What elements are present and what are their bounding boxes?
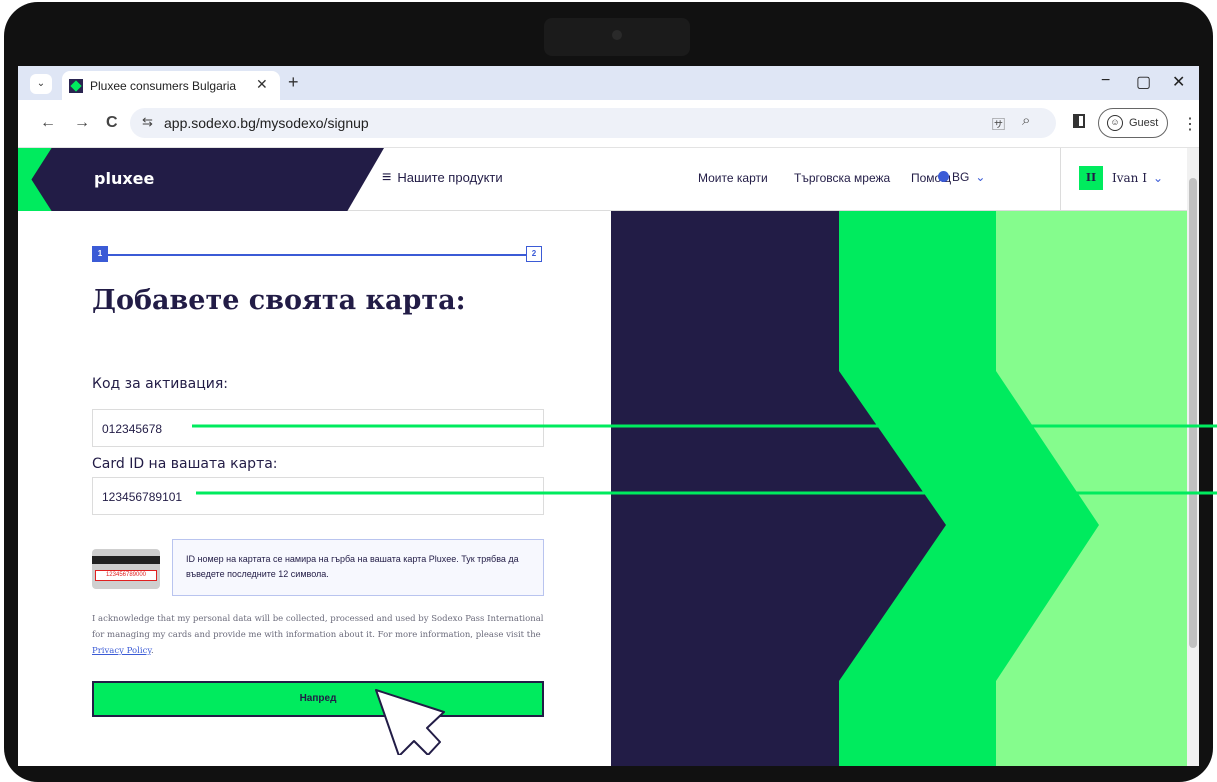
language-selector[interactable]: BG ⌄ (938, 170, 985, 184)
page-title: Добавете своята карта: (92, 285, 466, 316)
card-back-image: 123456789000 (92, 549, 160, 589)
hint-box: ID номер на картата се намира на гърба н… (172, 539, 544, 596)
consent-text: I acknowledge that my personal data will… (92, 611, 544, 659)
activation-code-field[interactable]: 012345678 (92, 409, 544, 447)
privacy-policy-link[interactable]: Privacy Policy (92, 646, 151, 656)
chevron-down-icon: ⌄ (1152, 171, 1164, 185)
web-page: pluxee ≡ Нашите продукти Моите карти Търг… (18, 148, 1199, 766)
camera-icon (612, 30, 622, 40)
brand-graphic (611, 211, 1187, 766)
back-button[interactable]: ← (40, 114, 56, 132)
profile-icon: ☺ (1107, 115, 1123, 131)
nav-my-cards[interactable]: Моите карти (698, 171, 768, 185)
next-button[interactable]: Напред (92, 681, 544, 717)
consent-end: . (151, 646, 154, 656)
card-id-label: Card ID на вашата карта: (92, 456, 278, 472)
side-panel-icon[interactable] (1073, 114, 1085, 128)
chevron-down-icon: ⌄ (975, 170, 986, 184)
tab-search-button[interactable]: ⌄ (30, 74, 52, 94)
laptop-mockup: ⌄ Pluxee consumers Bulgaria ✕ + − ▢ ✕ ← … (0, 0, 1217, 782)
consent-body: I acknowledge that my personal data will… (92, 614, 544, 640)
products-menu[interactable]: ≡ Нашите продукти (382, 169, 503, 187)
logo-banner (18, 148, 384, 211)
step-2-indicator: 2 (526, 246, 542, 262)
tab-title: Pluxee consumers Bulgaria (90, 79, 237, 93)
avatar[interactable]: II (1079, 166, 1103, 190)
translate-icon[interactable]: 🈂 (992, 114, 1005, 133)
profile-button[interactable]: ☺ Guest (1098, 108, 1168, 138)
products-label: Нашите продукти (397, 170, 503, 185)
pluxee-favicon-icon (69, 79, 83, 93)
card-id-hint: 123456789000 ID номер на картата се нами… (92, 539, 544, 599)
new-tab-button[interactable]: + (288, 72, 299, 93)
magnetic-stripe (92, 556, 160, 564)
activation-code-value: 012345678 (102, 422, 163, 436)
card-sample-number: 123456789000 (95, 570, 157, 581)
site-header: pluxee ≡ Нашите продукти Моите карти Търг… (18, 148, 1199, 211)
reload-button[interactable]: C (106, 114, 118, 132)
browser-toolbar: ← → C ⇆ app.sodexo.bg/mysodexo/signup 🈂 … (18, 100, 1199, 148)
browser-window: ⌄ Pluxee consumers Bulgaria ✕ + − ▢ ✕ ← … (18, 66, 1199, 766)
tab-strip: ⌄ Pluxee consumers Bulgaria ✕ + − ▢ ✕ (18, 66, 1199, 100)
user-menu[interactable]: Ivan I ⌄ (1112, 171, 1163, 185)
card-id-field[interactable]: 123456789101 (92, 477, 544, 515)
globe-icon (938, 171, 949, 182)
profile-label: Guest (1129, 117, 1159, 129)
close-tab-icon[interactable]: ✕ (256, 76, 268, 93)
header-divider (1060, 148, 1061, 211)
pluxee-logo[interactable]: pluxee (94, 169, 154, 188)
brand-graphic-shapes (611, 211, 1187, 766)
nav-merchant-network[interactable]: Търговска мрежа (794, 171, 890, 185)
browser-menu-icon[interactable]: ⋮ (1182, 114, 1198, 134)
step-1-indicator: 1 (92, 246, 108, 262)
site-info-icon[interactable]: ⇆ (142, 114, 153, 130)
minimize-button[interactable]: − (1101, 72, 1110, 90)
menu-icon: ≡ (382, 169, 392, 186)
language-label: BG (952, 170, 970, 184)
hint-text: ID номер на картата се намира на гърба н… (186, 554, 519, 579)
address-bar[interactable]: ⇆ app.sodexo.bg/mysodexo/signup 🈂 ⌕ (130, 108, 1056, 138)
close-window-button[interactable]: ✕ (1172, 72, 1185, 92)
scroll-thumb[interactable] (1189, 178, 1197, 648)
user-name: Ivan I (1112, 171, 1147, 185)
progress-line (100, 254, 526, 256)
maximize-button[interactable]: ▢ (1136, 72, 1151, 92)
browser-tab[interactable]: Pluxee consumers Bulgaria ✕ (62, 71, 280, 100)
signup-form: 1 2 Добавете своята карта: Код за актива… (18, 211, 611, 766)
zoom-icon[interactable]: ⌕ (1022, 112, 1030, 129)
scrollbar[interactable] (1187, 148, 1199, 766)
activation-code-label: Код за активация: (92, 376, 228, 392)
forward-button[interactable]: → (74, 114, 90, 132)
url-text[interactable]: app.sodexo.bg/mysodexo/signup (164, 115, 369, 131)
card-id-value: 123456789101 (102, 490, 183, 504)
